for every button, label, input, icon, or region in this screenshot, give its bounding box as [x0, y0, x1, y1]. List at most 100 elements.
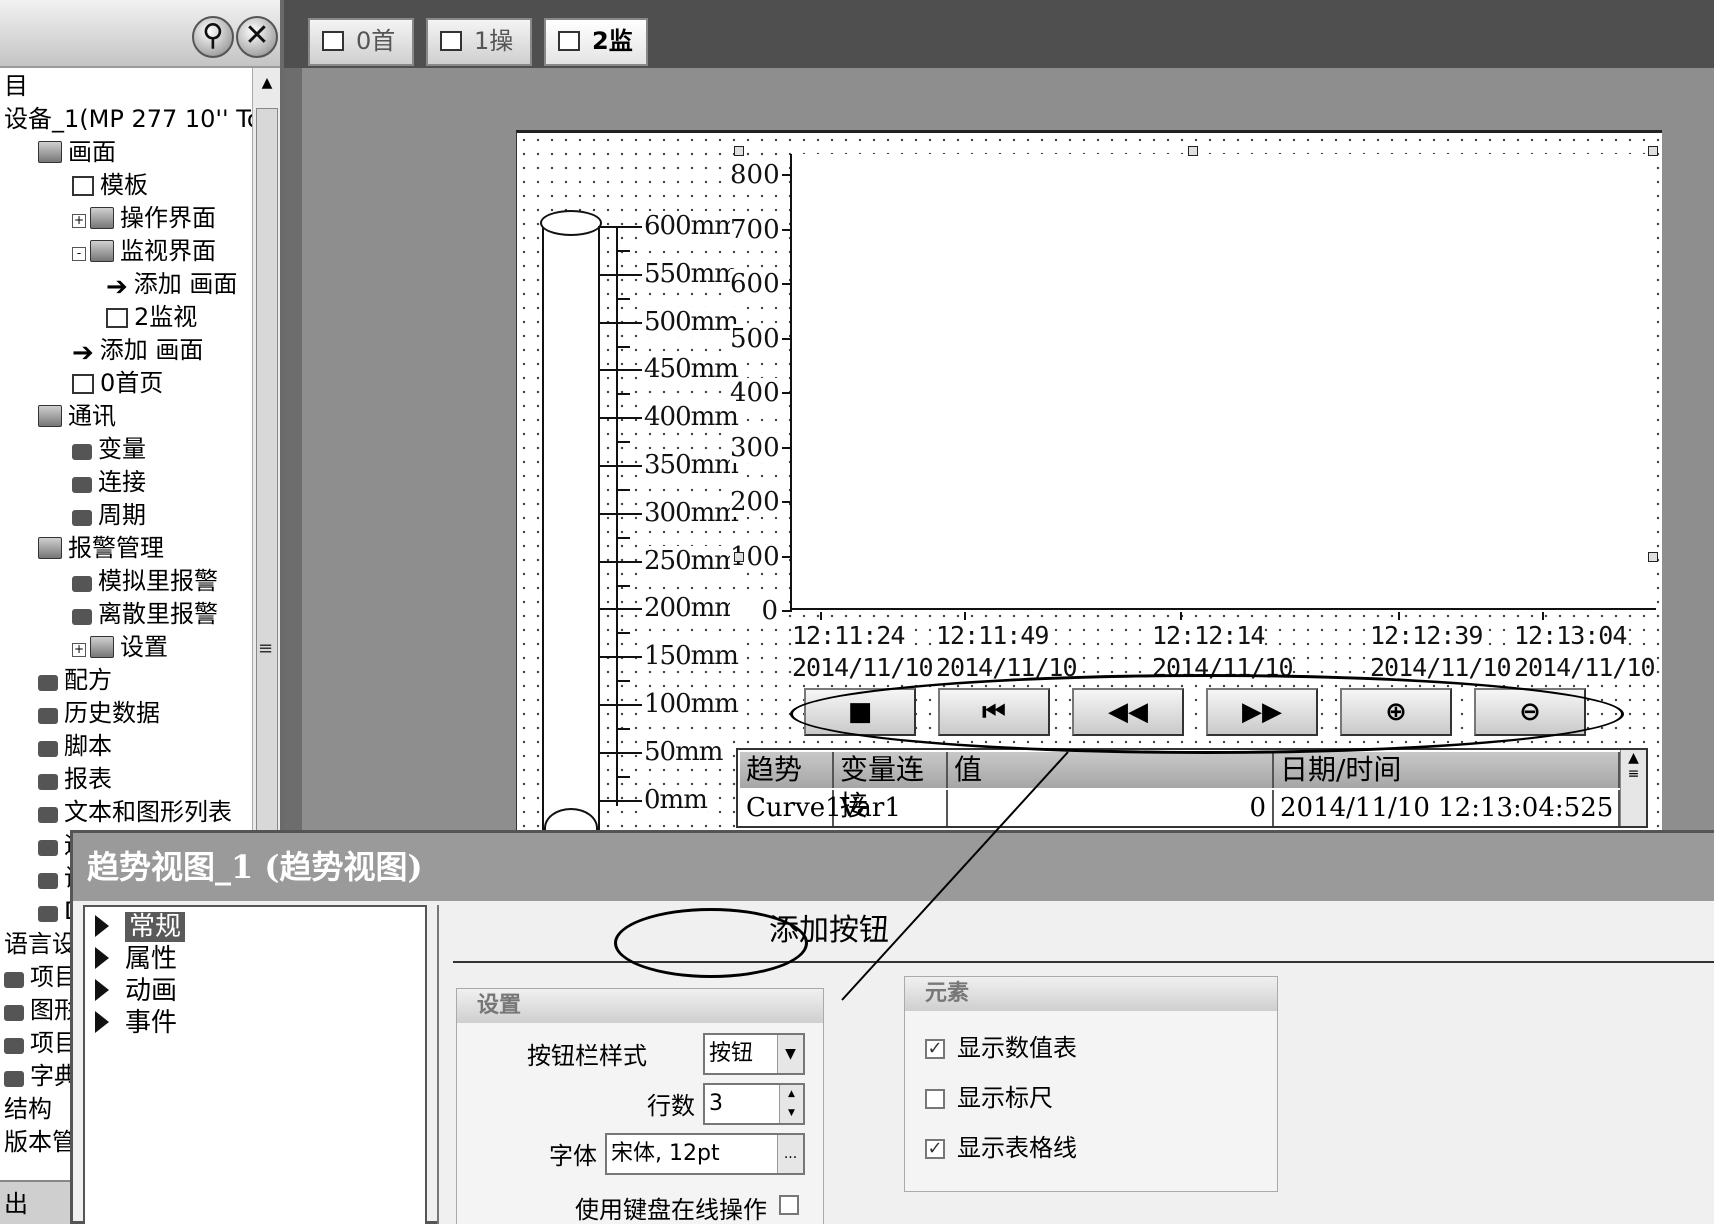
tree-item[interactable]: 字典	[4, 1060, 78, 1092]
tree-item[interactable]: 目	[4, 70, 28, 102]
tree-item[interactable]: 周期	[72, 499, 146, 531]
table-header-cell[interactable]: 值	[948, 752, 1274, 788]
trend-y-label: 200	[730, 487, 780, 517]
table-scrollbar[interactable]: ▲ ≡	[1620, 750, 1646, 826]
tree-item[interactable]: 变量	[72, 433, 146, 465]
tree-item[interactable]: 连接	[72, 466, 146, 498]
nav-item-3[interactable]: 事件	[95, 1007, 177, 1039]
tree-item-label: 监视界面	[120, 237, 216, 265]
tree-item[interactable]: 通讯	[38, 400, 116, 432]
spin-down-icon[interactable]: ▼	[779, 1104, 803, 1123]
trend-y-tick	[782, 446, 792, 449]
trend-x-time-label: 12:11:49	[936, 620, 1049, 651]
pin-icon[interactable]: ⚲	[192, 16, 234, 58]
element-checkbox[interactable]: ✓	[925, 1039, 945, 1059]
table-header-cell[interactable]: 趋势	[740, 752, 834, 788]
trend-x-date-label: 2014/11/10	[792, 652, 934, 683]
font-value: 宋体, 12pt	[611, 1141, 720, 1166]
tree-item[interactable]: + 设置	[72, 631, 168, 663]
rows-stepper[interactable]: 3 ▲ ▼	[703, 1083, 805, 1125]
expand-arrow-icon	[95, 979, 109, 1001]
selection-handle[interactable]	[1188, 146, 1198, 156]
tree-item[interactable]: 项目	[4, 961, 78, 993]
tree-item-label: 版本管	[4, 1128, 76, 1156]
trend-y-label: 300	[730, 432, 780, 463]
tree-item[interactable]: 配方	[38, 664, 112, 696]
item-icon	[38, 873, 58, 889]
trend-x-date-label: 2014/11/10	[1514, 652, 1656, 683]
spin-up-icon[interactable]: ▲	[779, 1085, 803, 1104]
tree-item-label: 目	[4, 72, 28, 100]
item-icon	[4, 972, 24, 988]
nav-item-1[interactable]: 属性	[95, 943, 177, 975]
scroll-grip-icon: ≡	[258, 638, 274, 659]
tree-item[interactable]: 项目	[4, 1027, 78, 1059]
selection-handle[interactable]	[1648, 146, 1658, 156]
gauge-scale-label: 300mm	[644, 497, 739, 528]
tank-gauge[interactable]: 600mm 550mm 500mm 450mm 400mm 350mm 300mm 250mm…	[540, 210, 739, 850]
tree-item[interactable]: 设备_1(MP 277 10'' Touc	[4, 103, 280, 135]
gauge-major-tick	[598, 512, 642, 515]
tree-item[interactable]: 模拟里报警	[72, 565, 218, 597]
tree-item[interactable]: ➔ 添加 画面	[106, 268, 237, 300]
nav-item-2[interactable]: 动画	[95, 975, 177, 1007]
tree-panel-header: ⚲ ✕	[0, 0, 280, 68]
item-icon	[38, 840, 58, 856]
table-header-cell[interactable]: 变量连接	[834, 752, 948, 822]
tree-item[interactable]: ➔ 添加 画面	[72, 334, 203, 366]
tree-expander-icon[interactable]: +	[72, 214, 86, 228]
tree-item[interactable]: 文本和图形列表	[38, 796, 232, 828]
gauge-minor-tick	[616, 441, 630, 444]
tree-item-label: 添加 画面	[99, 336, 204, 364]
tree-item[interactable]: 离散里报警	[72, 598, 218, 630]
chevron-down-icon[interactable]: ▼	[777, 1035, 803, 1073]
tree-item[interactable]: 报表	[38, 763, 112, 795]
properties-dialog: 趋势视图_1 (趋势视图) 常规 属性 动画 事件 添加按钮	[70, 830, 1714, 1224]
tree-item[interactable]: 结构	[4, 1093, 52, 1125]
button-style-select[interactable]: 按钮 ▼	[703, 1033, 805, 1075]
trend-y-label: 600	[730, 269, 780, 299]
selection-handle[interactable]	[734, 146, 744, 156]
tree-item[interactable]: 历史数据	[38, 697, 160, 729]
gauge-scale-label: 250mm	[644, 545, 739, 576]
tree-item[interactable]: 报警管理	[38, 532, 164, 564]
tree-item-label: 离散里报警	[98, 600, 218, 628]
trend-x-time-label: 12:12:14	[1152, 620, 1265, 651]
tree-item[interactable]: 模板	[72, 169, 148, 201]
nav-item-0[interactable]: 常规	[95, 911, 186, 943]
dialog-nav: 常规 属性 动画 事件	[83, 905, 427, 1224]
tree-item[interactable]: 脚本	[38, 730, 112, 762]
table-header-cell[interactable]: 日期/时间	[1274, 752, 1620, 788]
tree-expander-icon[interactable]: +	[72, 643, 86, 657]
trend-y-label: 800	[730, 160, 780, 190]
tree-item-label: 添加 画面	[133, 270, 238, 298]
tree-expander-icon[interactable]: -	[72, 247, 86, 261]
tree-item[interactable]: 语言设	[4, 928, 76, 960]
font-browse-button[interactable]: ...	[777, 1135, 803, 1173]
keyboard-online-checkbox[interactable]	[779, 1195, 799, 1215]
tab-2[interactable]: 2监视	[544, 18, 648, 97]
scroll-up-icon[interactable]: ▲	[253, 68, 280, 98]
tree-item[interactable]: 0首页	[72, 367, 163, 399]
tab-1[interactable]: 1操作	[426, 18, 532, 97]
tree-item[interactable]: 2监视	[106, 301, 197, 333]
tree-item[interactable]: - 监视界面	[72, 235, 216, 267]
tree-item[interactable]: 图形	[4, 994, 78, 1026]
nav-item-label: 属性	[125, 944, 178, 974]
element-checkbox-label: 显示数值表	[957, 1034, 1077, 1062]
element-checkbox[interactable]: ✓	[925, 1139, 945, 1159]
selection-handle[interactable]	[1648, 552, 1658, 562]
tree-item[interactable]: 版本管	[4, 1126, 76, 1158]
font-field[interactable]: 宋体, 12pt ...	[605, 1133, 805, 1175]
tree-item[interactable]: 画面	[38, 136, 116, 168]
tree-item[interactable]: + 操作界面	[72, 202, 216, 234]
trend-y-label: 700	[730, 214, 780, 245]
selection-handle[interactable]	[734, 552, 744, 562]
close-icon[interactable]: ✕	[236, 16, 278, 58]
element-checkbox[interactable]	[925, 1089, 945, 1109]
tab-0[interactable]: 0首页	[308, 18, 414, 97]
dialog-title: 趋势视图_1 (趋势视图)	[73, 833, 1714, 901]
rows-label: 行数	[647, 1092, 695, 1120]
screen-icon	[558, 31, 580, 51]
folder-icon	[90, 240, 114, 262]
